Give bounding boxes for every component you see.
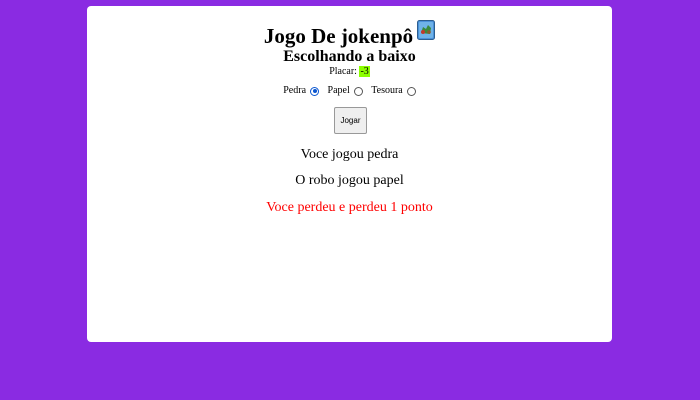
radio-tesoura[interactable] — [406, 86, 416, 96]
choice-pedra[interactable]: Pedra — [283, 85, 320, 97]
game-card: Jogo De jokenpô Escolhando a baixo Placa… — [87, 6, 612, 342]
score-label: Placar: — [329, 66, 357, 77]
score-display: Placar: -3 — [87, 66, 612, 78]
robot-choice-text: O robo jogou papel — [295, 173, 404, 188]
outcome-text: Voce perdeu e perdeu 1 ponto — [266, 200, 433, 215]
choice-papel[interactable]: Papel — [328, 85, 363, 97]
page-title: Jogo De jokenpô — [87, 20, 612, 48]
play-button[interactable]: Jogar — [334, 107, 367, 134]
subtitle: Escolhando a baixo — [283, 48, 416, 65]
choice-label: Tesoura — [371, 85, 403, 96]
player-choice-text: Voce jogou pedra — [300, 147, 399, 162]
radio-papel[interactable] — [353, 86, 363, 96]
score-value: -3 — [359, 66, 370, 77]
title-text: Jogo De jokenpô — [263, 24, 414, 48]
choice-group: Pedra Papel Tesoura — [87, 85, 612, 97]
choice-label: Pedra — [283, 85, 307, 96]
choice-label: Papel — [327, 85, 350, 96]
rock-paper-scissors-icon — [417, 20, 436, 40]
radio-pedra[interactable] — [310, 86, 320, 96]
choice-tesoura[interactable]: Tesoura — [371, 85, 416, 97]
